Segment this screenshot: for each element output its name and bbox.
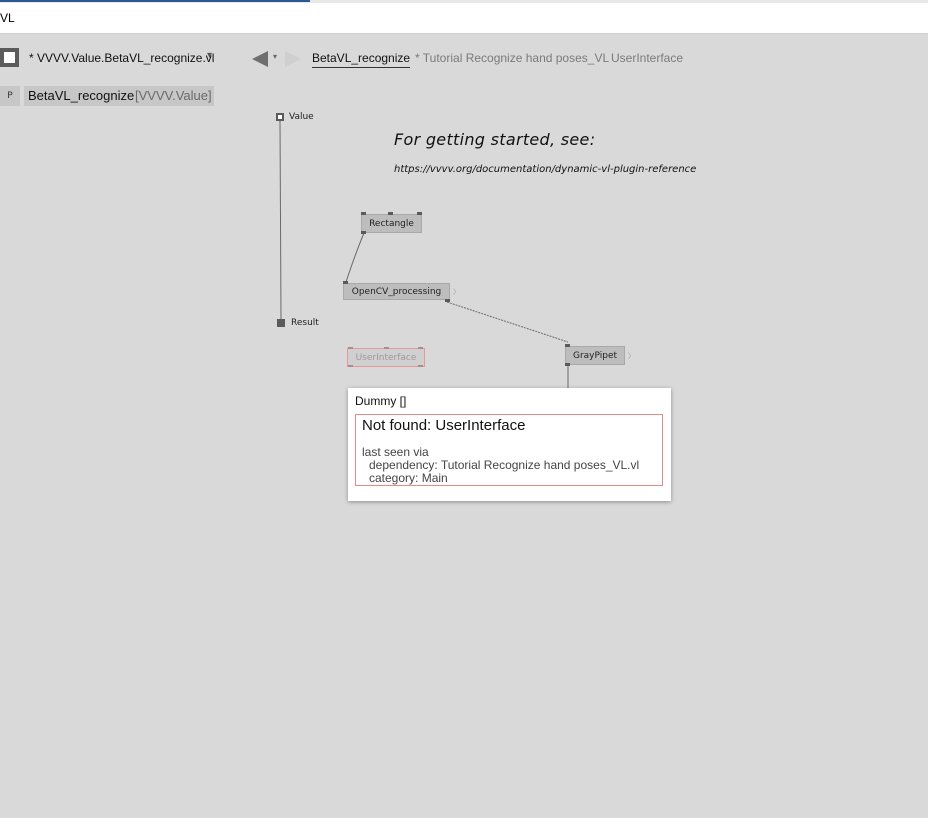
tab-userinterface[interactable]: UserInterface <box>611 51 683 65</box>
userinterface-pin-in-1[interactable] <box>348 347 353 349</box>
rectangle-pin-in-1[interactable] <box>361 212 366 215</box>
comment-getting-started[interactable]: For getting started, see: <box>394 130 595 149</box>
tooltip-error-box: Not found: UserInterface last seen via d… <box>355 414 663 486</box>
link-opencv-graypipet <box>446 301 569 343</box>
node-opencv-processing[interactable]: OpenCV_processing <box>343 283 450 300</box>
forward-arrow-icon[interactable] <box>285 51 301 67</box>
userinterface-pin-in-3[interactable] <box>418 347 423 349</box>
window-title: VL <box>0 11 15 25</box>
opencv-pin-in[interactable] <box>343 281 348 284</box>
taskbar-edge <box>0 0 310 2</box>
result-pin-label: Result <box>291 318 319 328</box>
value-pin-inner <box>278 115 282 119</box>
back-arrow-icon[interactable] <box>252 51 268 67</box>
userinterface-pin-out-1[interactable] <box>348 365 353 367</box>
node-graypipet[interactable]: GrayPipet <box>565 346 625 365</box>
chevron-down-icon[interactable]: ▾ <box>207 50 212 61</box>
graypipet-pin-in[interactable] <box>565 344 570 347</box>
node-userinterface-missing[interactable]: UserInterface <box>347 348 425 367</box>
node-opencv-label: OpenCV_processing <box>351 287 442 297</box>
tooltip-title: Dummy [] <box>355 394 407 408</box>
result-output-pin[interactable] <box>277 319 285 327</box>
tooltip-line-3: category: Main <box>369 471 448 485</box>
comment-url[interactable]: https://vvvv.org/documentation/dynamic-v… <box>394 164 696 175</box>
breadcrumb-name: BetaVL_recognize <box>28 88 135 103</box>
breadcrumb-category: [VVVV.Value] <box>135 88 212 103</box>
value-pin-label: Value <box>289 112 314 122</box>
patch-marker[interactable]: P <box>0 86 20 106</box>
rectangle-pin-in-2[interactable] <box>388 212 393 215</box>
opencv-expand-icon[interactable]: 〉 <box>453 287 460 297</box>
userinterface-pin-out-2[interactable] <box>418 365 423 367</box>
userinterface-pin-in-2[interactable] <box>384 347 389 349</box>
document-tab[interactable]: * VVVV.Value.BetaVL_recognize.vl <box>29 51 214 65</box>
node-rectangle[interactable]: Rectangle <box>361 214 422 233</box>
link-value-result <box>279 120 282 320</box>
graypipet-expand-icon[interactable]: 〉 <box>628 351 635 361</box>
window-titlebar: VL <box>0 3 928 34</box>
tooltip-line-2: dependency: Tutorial Recognize hand pose… <box>369 458 640 472</box>
opencv-pin-out[interactable] <box>445 299 450 302</box>
chevron-down-icon[interactable]: ▾ <box>273 52 277 61</box>
node-userinterface-label: UserInterface <box>355 353 417 363</box>
breadcrumb[interactable]: BetaVL_recognize [VVVV.Value] <box>24 86 214 106</box>
error-tooltip: Dummy [] Not found: UserInterface last s… <box>348 388 671 501</box>
rectangle-pin-out[interactable] <box>361 231 366 234</box>
tooltip-line-1: last seen via <box>362 445 429 459</box>
node-rectangle-label: Rectangle <box>369 219 414 229</box>
link-rectangle-opencv <box>345 232 365 283</box>
document-checkbox[interactable] <box>0 48 19 67</box>
graypipet-pin-out[interactable] <box>565 363 570 366</box>
tooltip-error-heading: Not found: UserInterface <box>362 417 526 434</box>
tab-betavl-recognize[interactable]: BetaVL_recognize <box>312 51 411 68</box>
rectangle-pin-in-3[interactable] <box>417 212 422 215</box>
node-graypipet-label: GrayPipet <box>572 351 618 361</box>
tab-tutorial[interactable]: * Tutorial Recognize hand poses_VL <box>415 51 609 65</box>
